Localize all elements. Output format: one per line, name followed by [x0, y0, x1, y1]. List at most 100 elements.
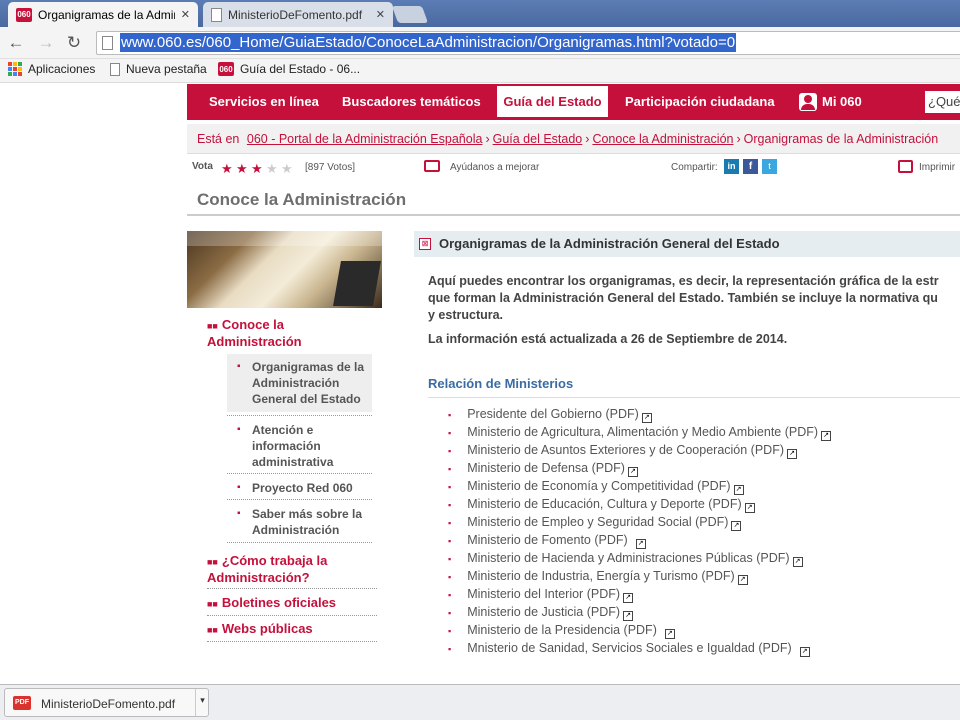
bullet-icon: ▪ [448, 626, 452, 636]
star-icon[interactable]: ★ [251, 161, 263, 177]
user-icon [799, 93, 817, 111]
nav-participacion-ciudadana[interactable]: Participación ciudadana [625, 84, 775, 120]
breadcrumb-prefix: Está en [197, 132, 240, 146]
bullet-icon: ▪ [448, 464, 452, 474]
apps-grid-icon [8, 62, 22, 76]
download-filename: MinisterioDeFomento.pdf [41, 697, 176, 711]
help-improve-link[interactable]: Ayúdanos a mejorar [450, 162, 539, 173]
sidebar-item-organigramas[interactable]: ▪ Organigramas de la Administración Gener… [227, 359, 372, 407]
ministry-link[interactable]: ▪ Ministerio de Defensa (PDF) ↗ [448, 459, 638, 477]
nav-mi-060[interactable]: Mi 060 [822, 84, 862, 120]
breadcrumb-portal[interactable]: 060 - Portal de la Administración Españo… [247, 132, 483, 146]
divider [227, 542, 372, 543]
ministry-link[interactable]: ▪ Ministerio de Hacienda y Administracion… [448, 549, 803, 567]
ministry-link[interactable]: ▪ Ministerio de Agricultura, Alimentación… [448, 423, 832, 441]
sidebar-como-trabaja[interactable]: ■■ ¿Cómo trabaja la Administración? [207, 553, 372, 586]
external-link-icon: ↗ [664, 629, 675, 639]
ministry-link[interactable]: ▪ Ministerio de Educación, Cultura y Depo… [448, 495, 755, 513]
vote-count: [897 Votos] [305, 162, 356, 173]
vote-label: Vota [192, 161, 213, 172]
ministry-link[interactable]: ▪ Mnisterio de Sanidad, Servicios Sociale… [448, 639, 810, 657]
ministry-link[interactable]: ▪ Ministerio de Industria, Energía y Turi… [448, 567, 748, 585]
sidebar-conoce-administracion[interactable]: ■■ Conoce la Administración [207, 317, 367, 350]
ministry-link[interactable]: ▪ Ministerio de Empleo y Seguridad Social… [448, 513, 742, 531]
nav-servicios-en-linea[interactable]: Servicios en línea [209, 84, 319, 120]
tab-ministerio-fomento-pdf[interactable]: MinisterioDeFomento.pdf ✕ [203, 2, 393, 27]
twitter-icon[interactable]: t [762, 159, 777, 174]
external-link-icon: ↗ [787, 449, 798, 459]
sidebar-boletines[interactable]: ■■ Boletines oficiales [207, 595, 372, 612]
divider [227, 473, 372, 474]
sidebar-item-saber-mas[interactable]: ▪ Saber más sobre la Administración [227, 506, 372, 538]
ministry-link[interactable]: ▪ Presidente del Gobierno (PDF) ↗ [448, 405, 652, 423]
rating-bar: Vota ★ ★ ★ ★ ★ [897 Votos] Ayúdanos a me… [187, 156, 960, 182]
tab-organigramas[interactable]: 060 Organigramas de la Admin ✕ [8, 2, 198, 27]
ministry-link[interactable]: ▪ Ministerio del Interior (PDF) ↗ [448, 585, 634, 603]
bullet-icon: ■■ [207, 599, 218, 609]
external-link-icon: ↗ [733, 485, 744, 495]
close-icon[interactable]: ✕ [376, 8, 385, 21]
chevron-down-icon[interactable]: ▾ [195, 689, 209, 716]
organigram-icon: ⊠ [419, 238, 431, 250]
download-item[interactable]: PDF MinisterioDeFomento.pdf ▾ [4, 688, 209, 717]
bullet-icon: ▪ [448, 608, 452, 618]
close-icon[interactable]: ✕ [181, 8, 190, 21]
bullet-icon: ▪ [448, 446, 452, 456]
chevron-right-icon: › [485, 132, 490, 146]
star-icon[interactable]: ★ [221, 161, 233, 177]
breadcrumb-guia-estado[interactable]: Guía del Estado [493, 132, 583, 146]
nav-buscadores-tematicos[interactable]: Buscadores temáticos [342, 84, 481, 120]
ministries-section-title: Relación de Ministerios [428, 376, 960, 398]
bullet-icon: ▪ [448, 572, 452, 582]
intro-text: que forman la Administración General del… [428, 291, 938, 305]
breadcrumb: Está en 060 - Portal de la Administració… [187, 124, 960, 154]
star-icon[interactable]: ★ [281, 161, 293, 177]
bookmark-nueva-pestana[interactable]: Nueva pestaña [110, 62, 207, 76]
page-title: Conoce la Administración [187, 190, 960, 216]
linkedin-icon[interactable]: in [724, 159, 739, 174]
forward-arrow-icon[interactable]: → [36, 33, 56, 53]
search-input[interactable]: ¿Qué [925, 91, 960, 113]
sidebar-item-label: Atención e información administrativa [252, 423, 334, 469]
nav-guia-del-estado[interactable]: Guía del Estado [497, 86, 608, 117]
ministry-link[interactable]: ▪ Ministerio de la Presidencia (PDF) ↗ [448, 621, 675, 639]
star-icon[interactable]: ★ [266, 161, 278, 177]
external-link-icon: ↗ [623, 611, 634, 621]
ministry-link[interactable]: ▪ Ministerio de Justicia (PDF) ↗ [448, 603, 634, 621]
ministry-label: Ministerio de Justicia (PDF) [467, 605, 621, 619]
ministry-link[interactable]: ▪ Ministerio de Asuntos Exteriores y de C… [448, 441, 798, 459]
bullet-icon: ▪ [448, 644, 452, 654]
new-tab-button[interactable] [391, 6, 429, 23]
divider [207, 615, 377, 616]
ministry-link[interactable]: ▪ Ministerio de Fomento (PDF) ↗ [448, 531, 646, 549]
bullet-icon: ▪ [448, 428, 452, 438]
back-arrow-icon[interactable]: ← [6, 33, 26, 53]
reload-icon[interactable]: ↻ [64, 33, 84, 53]
bullet-icon: ▪ [448, 482, 452, 492]
sidebar-item-atencion[interactable]: ▪ Atención e información administrativa [227, 422, 372, 470]
url-text[interactable]: www.060.es/060_Home/GuiaEstado/ConoceLaA… [120, 33, 737, 52]
external-link-icon: ↗ [744, 503, 755, 513]
bullet-icon: ■■ [207, 321, 218, 331]
book-image [187, 231, 382, 308]
ministry-label: Ministerio de Economía y Competitividad … [467, 479, 731, 493]
intro-text: Aquí puedes encontrar los organigramas, … [428, 274, 939, 288]
ministry-link[interactable]: ▪ Ministerio de Economía y Competitividad… [448, 477, 744, 495]
breadcrumb-conoce-administracion[interactable]: Conoce la Administración [592, 132, 733, 146]
facebook-icon[interactable]: f [743, 159, 758, 174]
bookmark-apps[interactable]: Aplicaciones [8, 62, 95, 76]
external-link-icon: ↗ [627, 467, 638, 477]
chevron-right-icon: › [585, 132, 590, 146]
ministry-label: Ministerio de Hacienda y Administracione… [467, 551, 790, 565]
sidebar-webs-publicas[interactable]: ■■ Webs públicas [207, 621, 372, 638]
bookmark-guia-estado[interactable]: 060 Guía del Estado - 06... [218, 62, 360, 76]
sidebar-item-proyecto-red[interactable]: ▪ Proyecto Red 060 [227, 480, 372, 496]
external-link-icon: ↗ [731, 521, 742, 531]
ministry-label: Mnisterio de Sanidad, Servicios Sociales… [467, 641, 792, 655]
external-link-icon: ↗ [799, 647, 810, 657]
star-icon[interactable]: ★ [236, 161, 248, 177]
print-icon[interactable] [898, 160, 913, 173]
sidebar-item-label: Proyecto Red 060 [252, 481, 353, 495]
print-link[interactable]: Imprimir [919, 162, 955, 173]
document-icon [211, 7, 222, 22]
